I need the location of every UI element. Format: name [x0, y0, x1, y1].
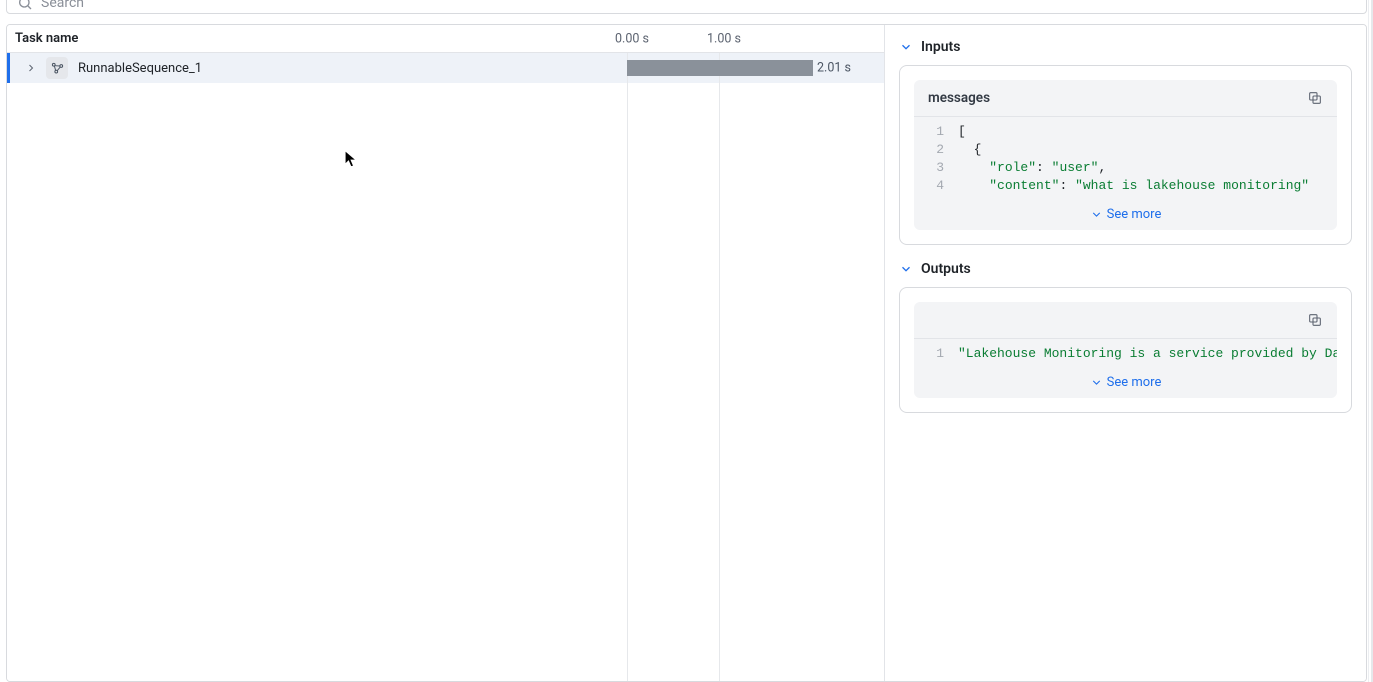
line-number: 2: [914, 141, 958, 159]
timeline-bar: [627, 60, 813, 76]
search-placeholder: Search: [41, 0, 84, 11]
line-number: 1: [914, 123, 958, 141]
line-number: 1: [914, 345, 958, 363]
outputs-card: 1"Lakehouse Monitoring is a service prov…: [899, 287, 1352, 413]
chevron-right-icon[interactable]: [24, 61, 38, 75]
line-number: 3: [914, 159, 958, 177]
outputs-code-block: 1"Lakehouse Monitoring is a service prov…: [914, 302, 1337, 398]
column-header-task-name: Task name: [7, 31, 605, 46]
inputs-title: Inputs: [921, 39, 960, 55]
code-content: [: [958, 123, 1337, 141]
chain-icon: [46, 57, 68, 79]
code-block-title: messages: [928, 90, 990, 106]
chevron-down-icon: [1090, 208, 1103, 221]
trace-body: RunnableSequence_1 2.01 s: [7, 53, 884, 681]
outputs-header[interactable]: Outputs: [899, 261, 1352, 277]
see-more-button[interactable]: See more: [914, 201, 1337, 230]
task-row[interactable]: RunnableSequence_1 2.01 s: [7, 53, 884, 83]
code-content: {: [958, 141, 1337, 159]
code-block-header: messages: [914, 80, 1337, 117]
outputs-section: Outputs 1"Lakehouse Monitoring is a serv…: [899, 261, 1352, 413]
code-content: "role": "user",: [958, 159, 1337, 177]
code-content: "Lakehouse Monitoring is a service provi…: [958, 345, 1337, 363]
code-line: 3 "role": "user",: [914, 159, 1337, 177]
chevron-down-icon: [899, 40, 913, 54]
timeline-gridline: [627, 53, 628, 681]
see-more-label: See more: [1107, 375, 1162, 390]
search-input-wrapper[interactable]: Search: [6, 0, 1367, 14]
timeline-header: 0.00 s 1.00 s: [605, 25, 884, 52]
inputs-section: Inputs messages 1[2 {3 "role": "user",4 …: [899, 39, 1352, 245]
outputs-title: Outputs: [921, 261, 971, 277]
details-panel: Inputs messages 1[2 {3 "role": "user",4 …: [885, 25, 1366, 681]
code-block-header: [914, 302, 1337, 339]
timeline-gridline: [719, 53, 720, 681]
see-more-button[interactable]: See more: [914, 369, 1337, 398]
code-line: 4 "content": "what is lakehouse monitori…: [914, 177, 1337, 195]
see-more-label: See more: [1107, 207, 1162, 222]
timeline-bar-cell: 2.01 s: [605, 53, 884, 83]
code-body: 1[2 {3 "role": "user",4 "content": "what…: [914, 117, 1337, 201]
code-content: "content": "what is lakehouse monitoring…: [958, 177, 1337, 195]
search-icon: [17, 0, 33, 11]
chevron-down-icon: [899, 262, 913, 276]
task-label: RunnableSequence_1: [78, 61, 202, 76]
code-line: 1"Lakehouse Monitoring is a service prov…: [914, 345, 1337, 363]
window-edge: [1368, 0, 1369, 682]
trace-header-row: Task name 0.00 s 1.00 s: [7, 25, 884, 53]
copy-icon[interactable]: [1307, 90, 1323, 106]
timeline-tick: 1.00 s: [707, 31, 741, 46]
line-number: 4: [914, 177, 958, 195]
chevron-down-icon: [1090, 376, 1103, 389]
copy-icon[interactable]: [1307, 312, 1323, 328]
code-body: 1"Lakehouse Monitoring is a service prov…: [914, 339, 1337, 369]
inputs-header[interactable]: Inputs: [899, 39, 1352, 55]
inputs-card: messages 1[2 {3 "role": "user",4 "conten…: [899, 65, 1352, 245]
code-line: 2 {: [914, 141, 1337, 159]
trace-panel: Task name 0.00 s 1.00 s: [7, 25, 885, 681]
timeline-tick: 0.00 s: [615, 31, 649, 46]
task-duration: 2.01 s: [817, 61, 851, 76]
inputs-code-block: messages 1[2 {3 "role": "user",4 "conten…: [914, 80, 1337, 230]
code-line: 1[: [914, 123, 1337, 141]
main-content: Task name 0.00 s 1.00 s: [6, 24, 1367, 682]
task-name-cell: RunnableSequence_1: [10, 57, 605, 79]
